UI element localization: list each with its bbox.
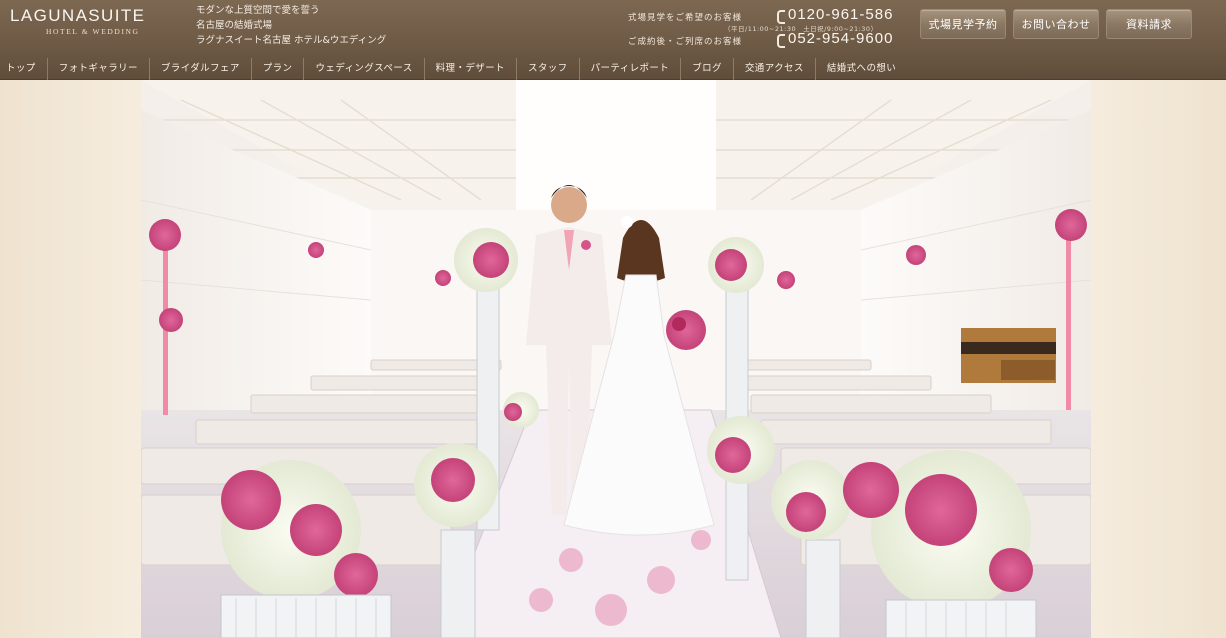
contact-row-visit: 式場見学をご希望のお客様 0120-961-586 （平日/11:00~21:3… [628,6,910,33]
nav-photo-gallery[interactable]: フォトギャラリー [48,58,150,80]
site-header: LAGUNASUITE HOTEL & WEDDING モダンな上質空間で愛を誓… [0,0,1226,80]
nav-plan[interactable]: プラン [252,58,305,80]
nav-staff[interactable]: スタッフ [517,58,580,80]
logo-sub-text: HOTEL & WEDDING [46,27,140,36]
nav-blog[interactable]: ブログ [681,58,734,80]
nav-bridal-fair[interactable]: ブライダルフェア [150,58,252,80]
header-buttons: 式場見学予約 お問い合わせ 資料請求 [920,9,1192,39]
tagline-line-2: 名古屋の結婚式場 [196,20,273,31]
nav-wedding-space[interactable]: ウェディングスペース [304,58,425,80]
site-logo[interactable]: LAGUNASUITE HOTEL & WEDDING [10,6,180,36]
contact-button[interactable]: お問い合わせ [1013,9,1099,39]
phone-icon [776,9,786,24]
nav-wedding-thoughts[interactable]: 結婚式への想い [816,58,907,80]
logo-main-text: LAGUNASUITE [10,6,146,25]
tagline: モダンな上質空間で愛を誓う 名古屋の結婚式場 ラグナスイート名古屋 ホテル&ウエ… [196,3,386,48]
contact-row-guest: ご成約後・ご列席のお客様 052-954-9600 [628,30,910,54]
nav-party-report[interactable]: パーティレポート [580,58,682,80]
contact-label-visit: 式場見学をご希望のお客様 [628,13,743,23]
chapel-photo [141,80,1091,638]
tagline-line-1: モダンな上質空間で愛を誓う [196,5,320,16]
phone-link-visit[interactable]: 0120-961-586 [776,6,894,24]
nav-access[interactable]: 交通アクセス [734,58,816,80]
visit-reservation-button[interactable]: 式場見学予約 [920,9,1006,39]
contact-info: 式場見学をご希望のお客様 0120-961-586 （平日/11:00~21:3… [628,6,910,54]
contact-hours: （平日/11:00~21:30 土日祝/9:00~21:30） [724,25,878,33]
nav-cuisine-dessert[interactable]: 料理・デザート [425,58,517,80]
phone-number-visit: 0120-961-586 [788,6,894,23]
hero-image [141,80,1091,638]
phone-icon [776,33,786,48]
contact-label-guest: ご成約後・ご列席のお客様 [628,37,743,47]
nav-top[interactable]: トップ [0,58,48,80]
tagline-line-3: ラグナスイート名古屋 ホテル&ウエディング [196,35,387,46]
main-nav: トップ フォトギャラリー ブライダルフェア プラン ウェディングスペース 料理・… [0,58,907,80]
brochure-request-button[interactable]: 資料請求 [1106,9,1192,39]
